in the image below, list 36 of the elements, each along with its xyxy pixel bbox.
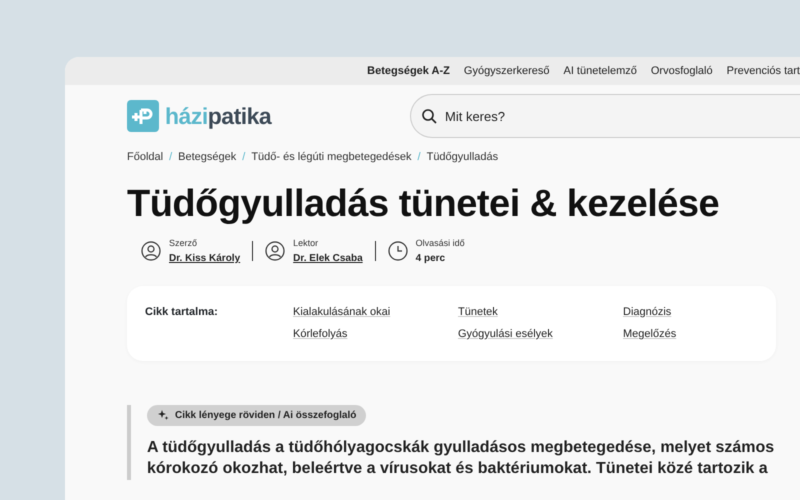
logo-text[interactable]: házipatika	[165, 98, 272, 134]
nav-link-item[interactable]: Orvosfoglaló	[650, 62, 713, 80]
article-title: Tüdőgyulladás tünetei & kezelése	[127, 182, 720, 226]
contents-label: Cikk tartalma:	[145, 304, 219, 320]
contents-link[interactable]: Kórlefolyás	[293, 326, 348, 343]
nav-link-item[interactable]: AI tünetelemző	[563, 62, 637, 80]
sparkle-icon	[157, 409, 169, 422]
contents-link[interactable]: Diagnózis	[623, 304, 672, 320]
breadcrumb-separator: /	[418, 150, 421, 165]
logo-icon	[127, 100, 159, 132]
summary-text: A tüdőgyulladás a tüdőhólyagocskák gyulladásos megbetegedése, melyet számos kórokozó okozhat, beleértve a vírusokat és baktériumokat. Tünetei közé tartozik a	[147, 438, 776, 479]
author-link[interactable]: Dr. Kiss Károly	[169, 250, 240, 266]
badge-text: Cikk lényege röviden / Ai összefoglaló	[175, 408, 356, 423]
author-link[interactable]: Dr. Elek Csaba	[293, 250, 363, 266]
meta-value: 4 perc	[416, 252, 446, 266]
nav-link-item[interactable]: Betegségek A-Z	[367, 62, 450, 80]
clock-icon	[388, 241, 408, 262]
breadcrumb-separator: /	[169, 150, 172, 165]
contents-link[interactable]: Tünetek	[458, 304, 498, 320]
breadcrumb-separator: /	[242, 150, 246, 165]
contents-link[interactable]: Gyógyulási esélyek	[458, 326, 553, 343]
breadcrumb-link[interactable]: Betegségek	[178, 149, 236, 166]
nav-link-item[interactable]: Gyógyszerkereső	[464, 62, 550, 80]
nav-link-item[interactable]: Prevenciós tart	[726, 62, 800, 80]
search-field[interactable]: Mit keres?	[410, 94, 800, 138]
contents-link[interactable]: Kialakulásának okai	[293, 304, 390, 320]
meta-label: Lektor	[293, 237, 320, 250]
meta-label: Szerző	[169, 237, 198, 250]
user-icon	[141, 241, 161, 262]
breadcrumb-current: Tüdőgyulladás	[426, 150, 498, 165]
search-icon	[421, 108, 437, 124]
meta-label: Olvasási idő	[416, 237, 465, 250]
user-icon	[265, 241, 286, 262]
breadcrumb-link[interactable]: Főoldal	[127, 149, 164, 166]
contents-link[interactable]: Megelőzés	[623, 326, 676, 343]
breadcrumb-link[interactable]: Tüdő- és légúti megbetegedések	[251, 149, 412, 166]
